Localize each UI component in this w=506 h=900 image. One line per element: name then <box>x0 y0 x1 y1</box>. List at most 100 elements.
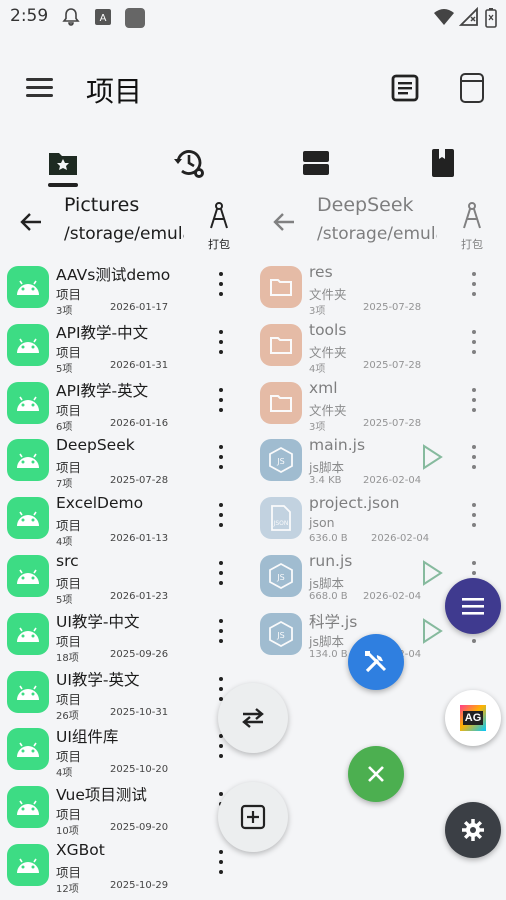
more-options-icon[interactable] <box>214 616 228 646</box>
right-pane-header: DeepSeek /storage/emulated/0/DeepSeek 打包 <box>253 190 506 260</box>
book-icon <box>432 149 454 177</box>
item-name: XGBot <box>56 840 105 859</box>
tab-starred-folder[interactable] <box>33 140 93 186</box>
translate-app-icon: A <box>95 9 111 25</box>
swap-pane-button[interactable] <box>218 683 288 753</box>
list-item[interactable]: DeepSeek 项目 7项 2025-07-28 <box>0 436 253 494</box>
item-type: js脚本 <box>309 460 344 476</box>
item-count: 10项 <box>56 826 79 838</box>
item-count: 4项 <box>56 768 73 780</box>
svg-text:JS: JS <box>276 573 284 582</box>
starred-folder-icon <box>49 153 77 175</box>
more-options-icon[interactable] <box>214 442 228 472</box>
run-play-icon[interactable] <box>421 444 443 471</box>
settings-button[interactable] <box>445 802 501 858</box>
list-item[interactable]: res 文件夹 3项 2025-07-28 <box>253 263 506 321</box>
list-item[interactable]: UI教学-中文 项目 18项 2025-09-26 <box>0 610 253 668</box>
app-square-icon <box>125 8 145 28</box>
item-name: 科学.js <box>309 612 358 631</box>
item-count: 5项 <box>56 594 73 606</box>
list-item[interactable]: src 项目 5项 2026-01-23 <box>0 552 253 610</box>
tab-storage[interactable] <box>286 140 346 186</box>
item-type: 项目 <box>56 575 82 591</box>
list-item[interactable]: ExcelDemo 项目 4项 2026-01-13 <box>0 494 253 552</box>
menu-icon <box>462 598 484 615</box>
item-name: API教学-英文 <box>56 381 149 400</box>
more-options-icon[interactable] <box>467 269 481 299</box>
run-play-icon[interactable] <box>421 617 443 644</box>
item-date: 2026-02-04 <box>371 533 430 545</box>
more-options-icon[interactable] <box>214 500 228 530</box>
more-options-icon[interactable] <box>467 442 481 472</box>
document-icon[interactable] <box>391 74 419 102</box>
item-type: js脚本 <box>309 575 344 591</box>
more-options-icon[interactable] <box>467 327 481 357</box>
left-pack-button[interactable]: 打包 <box>204 202 234 252</box>
item-type: 文件夹 <box>309 287 347 302</box>
android-icon <box>7 323 49 366</box>
tab-indicator <box>48 183 78 187</box>
more-options-icon[interactable] <box>214 269 228 299</box>
item-date: 2026-02-04 <box>363 475 422 487</box>
wifi-icon <box>434 9 454 25</box>
item-date: 2025-09-20 <box>110 822 169 834</box>
more-options-icon[interactable] <box>214 385 228 415</box>
item-date: 2026-01-16 <box>110 417 169 429</box>
item-date: 2025-07-28 <box>363 359 422 371</box>
item-date: 2026-01-31 <box>110 359 169 371</box>
item-date: 2025-10-31 <box>110 706 169 718</box>
item-date: 2025-10-29 <box>110 879 169 891</box>
compass-icon <box>210 202 228 229</box>
item-date: 2025-09-26 <box>110 648 169 660</box>
android-icon <box>7 728 49 771</box>
ag-app-button[interactable]: AG <box>445 690 501 746</box>
close-fab-button[interactable] <box>348 746 404 802</box>
item-count: 26项 <box>56 710 79 722</box>
ag-logo-label: AG <box>462 711 484 725</box>
tab-history[interactable] <box>160 140 220 186</box>
list-item[interactable]: xml 文件夹 3项 2025-07-28 <box>253 379 506 437</box>
list-item[interactable]: UI教学-英文 项目 26项 2025-10-31 <box>0 668 253 726</box>
item-count: 636.0 B <box>309 533 348 545</box>
list-item[interactable]: JS main.js js脚本 3.4 KB 2026-02-04 <box>253 436 506 494</box>
list-item[interactable]: Vue项目测试 项目 10项 2025-09-20 <box>0 783 253 841</box>
add-button[interactable] <box>218 782 288 852</box>
item-name: UI教学-英文 <box>56 670 140 689</box>
back-arrow-icon[interactable] <box>20 212 42 232</box>
left-pane-path: /storage/emulated/0/Pictures <box>64 224 184 244</box>
more-options-icon[interactable] <box>467 500 481 530</box>
list-item[interactable]: AAVs测试demo 项目 3项 2026-01-17 <box>0 263 253 321</box>
item-date: 2026-01-17 <box>110 302 169 313</box>
menu-icon[interactable] <box>26 77 54 99</box>
back-arrow-icon[interactable] <box>273 212 295 232</box>
run-play-icon[interactable] <box>421 560 443 586</box>
js-file-icon: JS <box>260 439 302 482</box>
list-item[interactable]: JSON project.json json 636.0 B 2026-02-04 <box>253 494 506 552</box>
list-item[interactable]: UI组件库 项目 4项 2025-10-20 <box>0 725 253 783</box>
more-options-icon[interactable] <box>214 327 228 357</box>
menu-fab-button[interactable] <box>445 578 501 634</box>
left-file-list: AAVs测试demo 项目 3项 2026-01-17 API教学-中文 项目 5项 202… <box>0 263 253 899</box>
ag-logo-icon: AG <box>460 705 486 731</box>
item-count: 7项 <box>56 479 73 491</box>
list-item[interactable]: XGBot 项目 12项 2025-10-29 <box>0 841 253 899</box>
item-name: DeepSeek <box>56 436 135 455</box>
more-options-icon[interactable] <box>214 558 228 588</box>
list-item[interactable]: API教学-英文 项目 6项 2026-01-16 <box>0 379 253 437</box>
android-icon <box>7 439 49 482</box>
tools-button[interactable] <box>348 634 404 690</box>
browser-window-icon[interactable] <box>459 72 485 104</box>
list-item[interactable]: API教学-中文 项目 5项 2026-01-31 <box>0 321 253 379</box>
more-options-icon[interactable] <box>214 847 228 877</box>
right-pane-title: DeepSeek <box>317 194 414 216</box>
more-options-icon[interactable] <box>467 385 481 415</box>
close-icon <box>368 766 384 782</box>
tab-book[interactable] <box>413 140 473 186</box>
right-pack-button[interactable]: 打包 <box>457 202 487 252</box>
item-date: 2025-07-28 <box>363 302 422 313</box>
app-bar: 项目 <box>0 60 506 118</box>
item-type: 项目 <box>56 344 82 360</box>
storage-icon <box>303 151 329 175</box>
list-item[interactable]: tools 文件夹 4项 2025-07-28 <box>253 321 506 379</box>
item-name: run.js <box>309 551 353 570</box>
